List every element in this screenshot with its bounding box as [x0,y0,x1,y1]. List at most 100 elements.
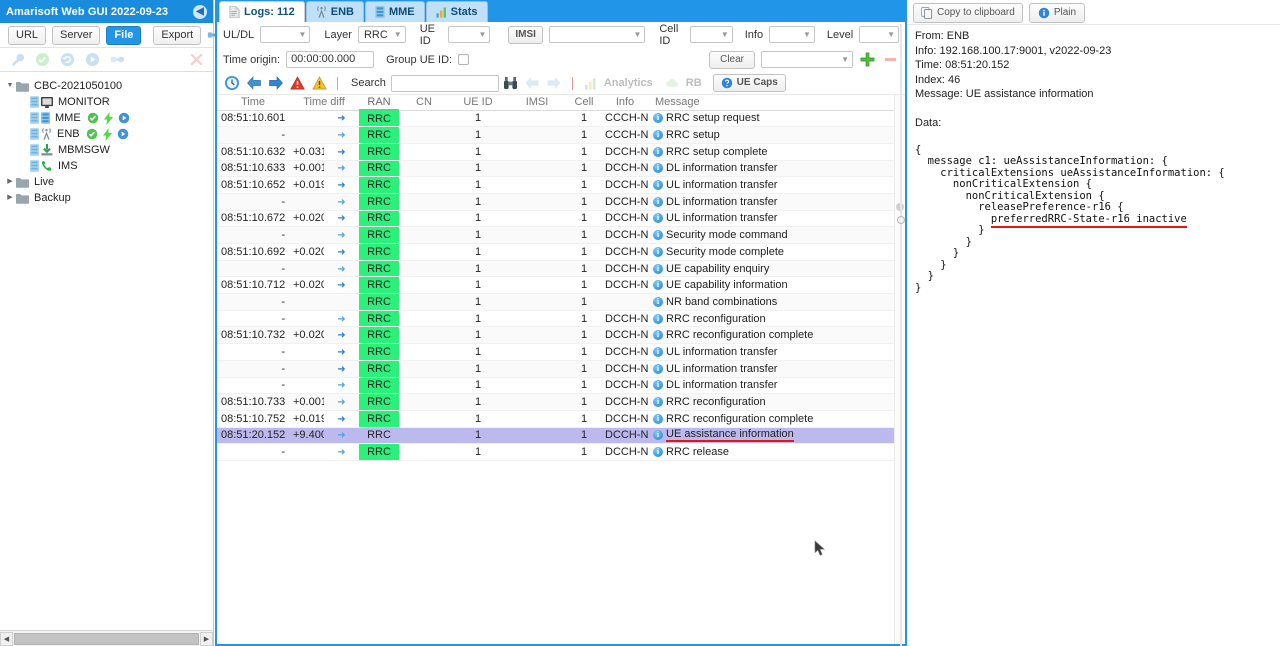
sidebar-horizontal-scrollbar[interactable]: ◀ ▶ [0,630,213,646]
info-circle-icon[interactable]: i [653,246,663,257]
info-circle-icon[interactable]: i [653,196,663,207]
arrow-left-icon[interactable] [245,75,262,92]
url-button[interactable]: URL [8,25,47,45]
col-ran[interactable]: RAN [359,95,399,111]
scrollbar-thumb[interactable] [14,632,199,645]
table-row[interactable]: -➜RRC11DCCH-NRiDL information transfer [217,193,896,211]
col-ueid[interactable]: UE ID [449,95,507,111]
table-row[interactable]: 08:51:10.712+0.020➜RRC11DCCH-NRiUE capab… [217,276,896,295]
table-row[interactable]: 08:51:10.732+0.020➜RRC11DCCH-NRiRRC reco… [217,326,896,345]
scroll-right-arrow-icon[interactable]: ▶ [200,631,213,646]
info-circle-icon[interactable]: i [653,296,663,307]
ue-caps-button[interactable]: UE Caps [712,74,786,92]
info-circle-icon[interactable]: i [653,363,663,374]
info-select[interactable]: ▼ [769,26,815,43]
table-row[interactable]: 08:51:20.152+9.400➜RRC11DCCH-NRiUE assis… [217,427,896,445]
chevron-down-icon[interactable]: ▼ [4,78,16,94]
info-circle-icon[interactable]: i [653,230,663,241]
search-prev-icon[interactable] [524,75,541,92]
col-imsi[interactable]: IMSI [507,95,567,111]
table-row[interactable]: -➜RRC11DCCH-NRiRRC release [217,443,896,461]
table-row[interactable]: 08:51:10.752+0.019➜RRC11DCCH-NRiRRC reco… [217,410,896,428]
chevron-left-icon[interactable]: ◀ [193,4,207,19]
tree-node-live[interactable]: ▶ Live [0,174,213,190]
info-circle-icon[interactable]: i [653,163,663,174]
table-row[interactable]: -➜RRC11DCCH-NRiDL information transfer [217,377,896,395]
info-circle-icon[interactable]: i [653,130,663,141]
info-circle-icon[interactable]: i [653,180,663,191]
file-tree[interactable]: ▼ CBC-2021050100 MONITOR MME ENB MBMSGW … [0,72,213,630]
uldl-select[interactable]: ▼ [260,26,311,43]
tree-node-enb[interactable]: ENB [0,126,213,142]
scroll-left-arrow-icon[interactable]: ◀ [0,631,13,646]
info-circle-icon[interactable]: i [653,413,663,424]
info-circle-icon[interactable]: i [653,447,663,458]
panel-splitter[interactable] [897,24,905,646]
connect-icon[interactable] [109,52,125,68]
plain-button[interactable]: Plain [1028,2,1086,23]
wrench-icon[interactable] [9,52,25,68]
table-row[interactable]: 08:51:10.652+0.019➜RRC11DCCH-NRiUL infor… [217,176,896,194]
info-circle-icon[interactable]: i [653,146,663,157]
log-table-container[interactable]: Time Time diff RAN CN UE ID IMSI Cell In… [217,95,905,644]
col-time[interactable]: Time [217,95,289,111]
play-icon[interactable] [84,52,100,68]
refresh-icon[interactable] [59,52,75,68]
search-input[interactable] [390,74,499,92]
table-row[interactable]: -➜RRC11DCCH-NRiUE capability enquiry [217,260,896,278]
table-row[interactable]: -➜RRC11CCCH-NRiRRC setup [217,126,896,144]
tab-enb[interactable]: ENB [305,1,364,22]
info-circle-icon[interactable]: i [653,280,663,291]
chevron-right-icon[interactable]: ▶ [4,174,16,190]
table-row[interactable]: 08:51:10.633+0.001➜RRC11DCCH-NRiDL infor… [217,160,896,178]
arrow-right-icon[interactable] [267,75,284,92]
tree-node-monitor[interactable]: MONITOR [0,94,213,110]
table-row[interactable]: 08:51:10.632+0.031➜RRC11DCCH-NRiRRC setu… [217,143,896,161]
table-row[interactable]: 08:51:10.601➜RRC11CCCH-NRiRRC setup requ… [217,110,896,128]
chevron-right-icon[interactable]: ▶ [4,190,16,206]
export-button[interactable]: Export [153,25,202,45]
splitter-handle[interactable] [897,216,905,224]
info-circle-icon[interactable]: i [653,430,663,441]
info-circle-icon[interactable]: i [653,113,663,124]
level-select[interactable]: ▼ [859,26,899,43]
group-ueid-checkbox[interactable] [458,54,470,65]
rb-label[interactable]: RB [686,77,702,89]
file-button[interactable]: File [106,25,142,45]
cloud-icon[interactable] [664,75,681,92]
info-circle-icon[interactable]: i [653,263,663,274]
col-cn[interactable]: CN [399,95,449,111]
table-row[interactable]: -➜RRC11DCCH-NRiRRC reconfiguration [217,310,896,328]
tab-mme[interactable]: MME [364,1,425,22]
imsi-button[interactable]: IMSI [508,25,543,44]
layer-select[interactable]: RRC ▼ [357,26,406,43]
table-row[interactable]: 08:51:10.672+0.020➜RRC11DCCH-NRiUL infor… [217,210,896,228]
table-row[interactable]: - RRC 1 1 i NR band combinations [217,293,896,311]
plus-icon[interactable] [859,51,876,68]
col-timediff[interactable]: Time diff [289,95,359,111]
tree-node-mme[interactable]: MME [0,110,213,126]
binoculars-icon[interactable] [502,75,519,92]
imsi-select[interactable]: ▼ [548,26,646,43]
table-row[interactable]: 08:51:10.733+0.001➜RRC11DCCH-NRiRRC reco… [217,393,896,411]
info-circle-icon[interactable]: i [653,397,663,408]
info-circle-icon[interactable]: i [653,313,663,324]
info-circle-icon[interactable]: i [653,213,663,224]
table-row[interactable]: 08:51:10.692+0.020➜RRC11DCCH-NRiSecurity… [217,243,896,261]
cellid-select[interactable]: ▼ [689,26,733,43]
col-info[interactable]: Info [601,95,649,111]
tab-stats[interactable]: Stats [425,1,488,22]
check-circle-icon[interactable] [34,52,50,68]
table-row[interactable]: -➜RRC11DCCH-NRiSecurity mode command [217,226,896,244]
close-x-icon[interactable] [188,52,204,68]
table-row[interactable]: -➜RRC11DCCH-NRiUL information transfer [217,360,896,378]
info-circle-icon[interactable]: i [653,330,663,341]
tree-node-cbc[interactable]: ▼ CBC-2021050100 [0,78,213,94]
col-cell[interactable]: Cell [567,95,601,111]
ueid-select[interactable]: ▼ [447,26,491,43]
error-triangle-icon[interactable] [289,75,306,92]
clear-button[interactable]: Clear [709,50,755,69]
tree-node-mbmsgw[interactable]: MBMSGW [0,142,213,158]
bar-chart-icon[interactable] [582,75,599,92]
table-row[interactable]: -➜RRC11DCCH-NRiUL information transfer [217,343,896,361]
